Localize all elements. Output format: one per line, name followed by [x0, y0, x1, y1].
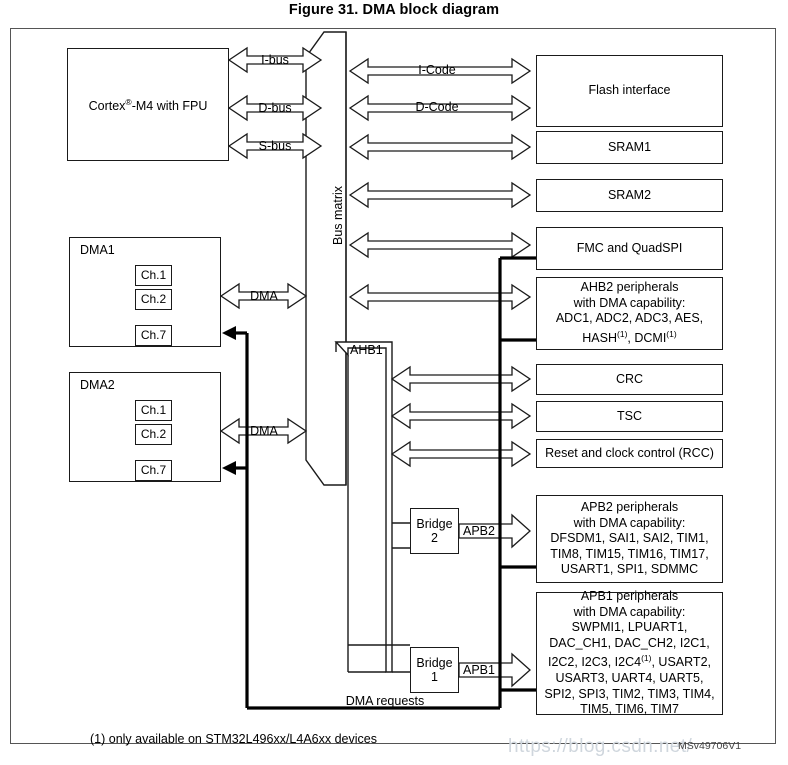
dma-requests-label: DMA requests	[345, 694, 425, 708]
block-sram2: SRAM2	[536, 179, 723, 212]
i-code-label: I-Code	[418, 63, 456, 77]
block-apb1-peripherals: APB1 peripherals with DMA capability: SWPM…	[536, 589, 723, 717]
block-fmc-quadspi: FMC and QuadSPI	[536, 227, 723, 270]
bridge-1-label-1: Bridge	[416, 656, 453, 670]
bridge-2-label-2: 2	[431, 531, 438, 545]
block-text-sram2: SRAM2	[607, 187, 652, 202]
block-flash-interface: Flash interface	[536, 55, 723, 127]
block-tsc: TSC	[536, 401, 723, 432]
block-apb2-peripherals: APB2 peripherals with DMA capability: DFSD…	[536, 495, 723, 583]
block-text-apb1: APB1 peripherals with DMA capability: SWPM…	[544, 589, 715, 717]
watermark: https://blog.csdn.net/	[508, 736, 693, 757]
dma-block-diagram: Figure 31. DMA block diagram .hollow{fil…	[0, 0, 788, 765]
dma1-port-label: DMA	[250, 289, 278, 303]
block-rcc: Reset and clock control (RCC)	[536, 439, 723, 468]
block-crc: CRC	[536, 364, 723, 395]
dma2-channel-1: Ch.1	[135, 400, 172, 421]
dma1-title: DMA1	[80, 243, 115, 257]
block-sram1: SRAM1	[536, 131, 723, 164]
block-text-ahb2: AHB2 peripherals with DMA capability: ADC1…	[555, 280, 704, 346]
d-bus-label: D-bus	[258, 101, 292, 115]
footnote: (1) only available on STM32L496xx/L4A6xx…	[90, 732, 377, 746]
block-text-apb2: APB2 peripherals with DMA capability: DFSD…	[550, 500, 709, 577]
bridge-1-block: Bridge 1	[410, 647, 459, 693]
cortex-m4-block: Cortex®-M4 with FPU	[67, 48, 229, 161]
cortex-m4-label: Cortex®-M4 with FPU	[88, 96, 208, 113]
figure-reference-code: MSv49706V1	[678, 740, 742, 752]
bridge-1-label-2: 1	[431, 670, 438, 684]
block-text-flash: Flash interface	[588, 83, 671, 98]
i-bus-label: I-bus	[261, 53, 289, 67]
bridge-2-block: Bridge 2	[410, 508, 459, 554]
block-text-sram1: SRAM1	[607, 139, 652, 154]
dma1-channel-7: Ch.7	[135, 325, 172, 346]
dma2-title: DMA2	[80, 378, 115, 392]
dma1-channel-1: Ch.1	[135, 265, 172, 286]
s-bus-label: S-bus	[258, 139, 292, 153]
block-ahb2-peripherals: AHB2 peripherals with DMA capability: ADC1…	[536, 277, 723, 350]
figure-title: Figure 31. DMA block diagram	[288, 2, 500, 18]
block-text-tsc: TSC	[617, 408, 642, 423]
block-text-crc: CRC	[615, 371, 644, 386]
apb1-label: APB1	[463, 663, 495, 677]
block-text-rcc: Reset and clock control (RCC)	[545, 445, 714, 460]
block-text-fmc: FMC and QuadSPI	[576, 240, 683, 255]
bus-matrix-label: Bus matrix	[331, 185, 345, 245]
apb2-label: APB2	[463, 524, 495, 538]
dma2-channel-7: Ch.7	[135, 460, 172, 481]
bridge-2-label-1: Bridge	[416, 517, 453, 531]
d-code-label: D-Code	[415, 100, 459, 114]
dma2-port-label: DMA	[250, 424, 278, 438]
dma1-channel-2: Ch.2	[135, 289, 172, 310]
dma2-channel-2: Ch.2	[135, 424, 172, 445]
ahb1-label: AHB1	[350, 343, 383, 357]
